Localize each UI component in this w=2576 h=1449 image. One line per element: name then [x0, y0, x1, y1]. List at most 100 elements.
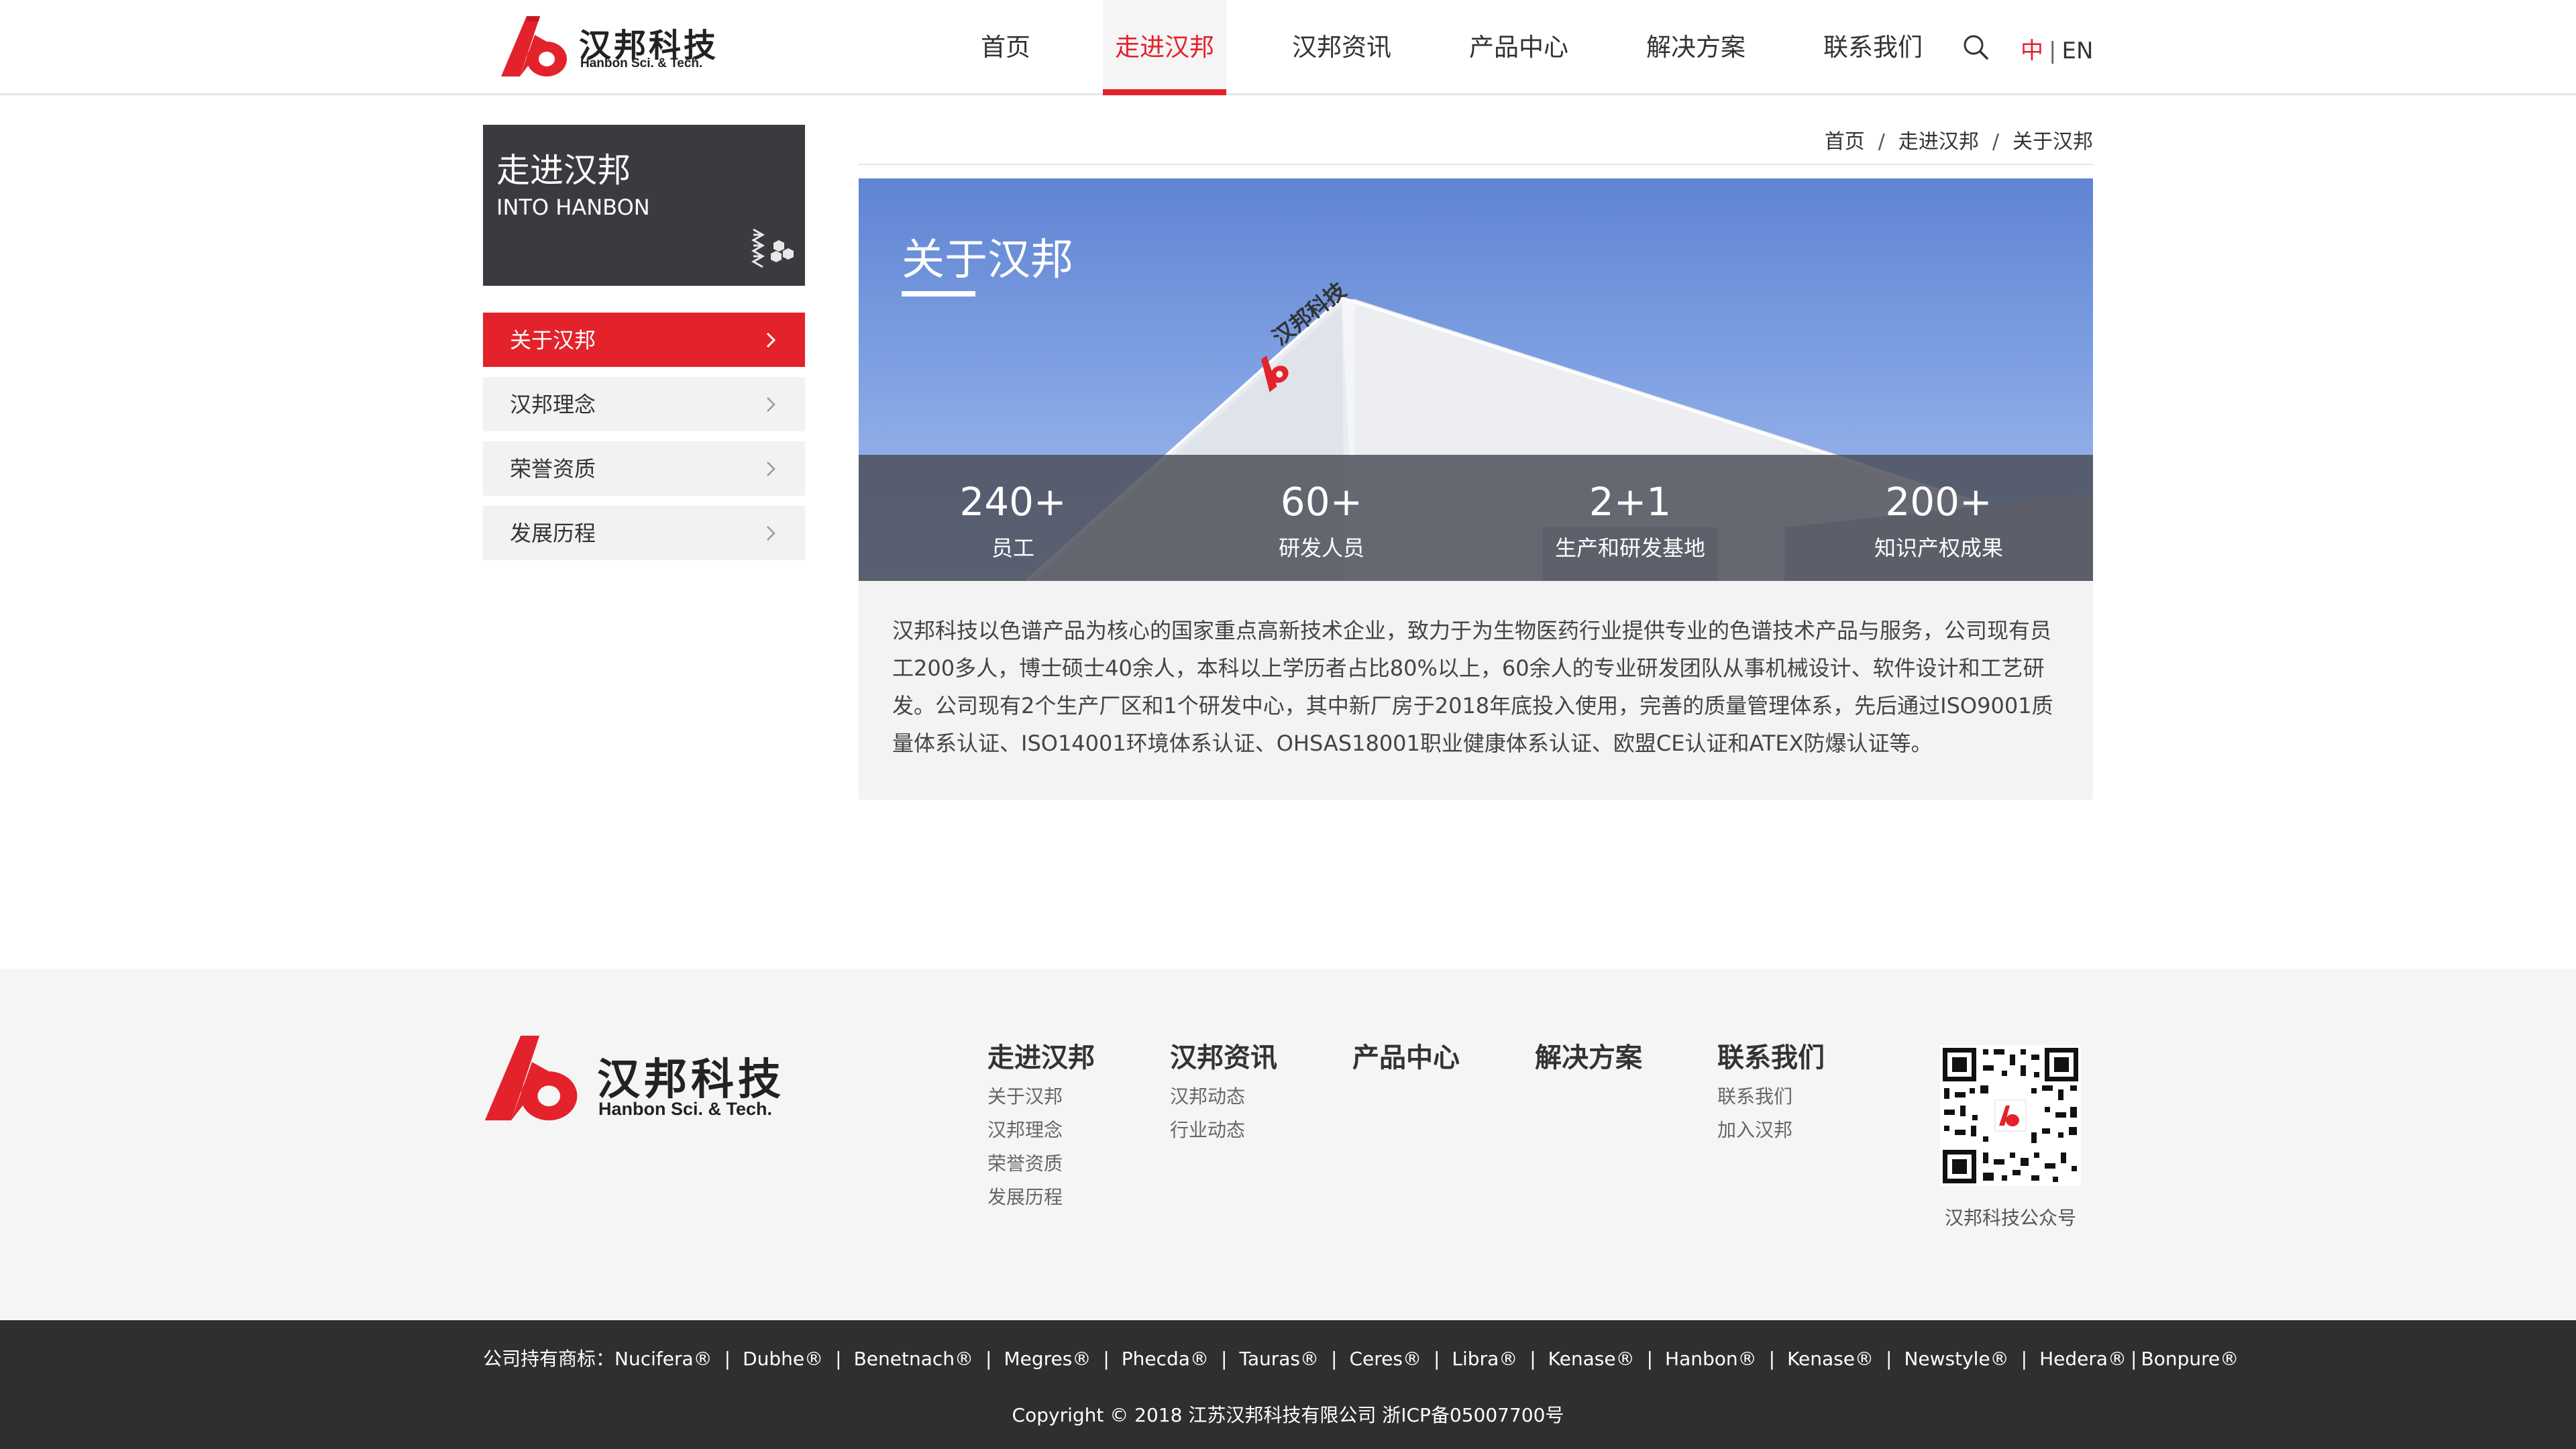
sidebar-item-about[interactable]: 关于汉邦: [483, 313, 805, 367]
breadcrumb-section[interactable]: 走进汉邦: [1898, 130, 1979, 154]
trademark-item: Benetnach®: [853, 1348, 974, 1370]
lang-separator: |: [2049, 38, 2057, 64]
breadcrumb-home[interactable]: 首页: [1825, 130, 1865, 154]
trademark-item: Kenase®: [1787, 1348, 1874, 1370]
nav-about[interactable]: 走进汉邦: [1103, 0, 1226, 95]
stat-ip: 200+ 知识产权成果: [1784, 455, 2093, 581]
sidebar-menu: 关于汉邦 汉邦理念 荣誉资质 发展历程: [483, 313, 805, 570]
trademark-item: Dubhe®: [743, 1348, 824, 1370]
stat-number: 2+1: [1589, 479, 1672, 525]
sidebar-item-label: 荣誉资质: [510, 456, 596, 482]
footer-col-solutions: 解决方案: [1535, 1036, 1709, 1075]
footer-link[interactable]: 行业动态: [1170, 1119, 1344, 1142]
footer-link[interactable]: 汉邦理念: [987, 1119, 1162, 1142]
breadcrumb-divider: [859, 164, 2093, 165]
footer-col-title[interactable]: 汉邦资讯: [1170, 1036, 1344, 1075]
chevron-right-icon: [767, 526, 775, 541]
footer-col-products: 产品中心: [1352, 1036, 1527, 1075]
trademark-item: Hanbon®: [1665, 1348, 1757, 1370]
footer-link[interactable]: 汉邦动态: [1170, 1085, 1344, 1108]
intro-text: 汉邦科技以色谱产品为核心的国家重点高新技术企业，致力于为生物医药行业提供专业的色…: [892, 618, 2053, 756]
footer-logo-text-cn: 汉邦科技: [597, 1055, 785, 1105]
sidebar-title: 走进汉邦: [496, 151, 631, 190]
footer-col-contact: 联系我们 联系我们 加入汉邦: [1717, 1036, 1892, 1142]
stat-label: 研发人员: [1278, 535, 1364, 561]
footer-logo[interactable]: 汉邦科技 Hanbon Sci. & Tech.: [483, 1033, 781, 1127]
footer-col-title[interactable]: 解决方案: [1535, 1036, 1709, 1075]
trademark-item: Kenase®: [1548, 1348, 1635, 1370]
breadcrumb-current: 关于汉邦: [2012, 130, 2093, 154]
hero-title-underline: [902, 291, 975, 297]
trademark-prefix: 公司持有商标：: [483, 1348, 615, 1370]
stat-number: 60+: [1280, 479, 1363, 525]
hero-banner: 汉邦科技 关于汉邦 240+ 员工 60+ 研发人员 2+1 生产和研发基地 2…: [859, 178, 2093, 581]
stat-bases: 2+1 生产和研发基地: [1476, 455, 1784, 581]
search-icon[interactable]: [1962, 34, 1989, 60]
stat-label: 生产和研发基地: [1554, 535, 1705, 561]
footer-bottom-bar: 公司持有商标：Nucifera® | Dubhe® | Benetnach® | Megre…: [0, 1320, 2576, 1449]
footer-col-title[interactable]: 走进汉邦: [987, 1036, 1162, 1075]
sidebar-item-history[interactable]: 发展历程: [483, 506, 805, 560]
chevron-right-icon: [767, 397, 775, 412]
sidebar-item-label: 汉邦理念: [510, 392, 596, 417]
footer-logo-text-en: Hanbon Sci. & Tech.: [598, 1099, 773, 1119]
stat-rd-staff: 60+ 研发人员: [1167, 455, 1476, 581]
chevron-right-icon: [766, 332, 776, 348]
trademark-item: Libra®: [1452, 1348, 1518, 1370]
sidebar-item-label: 发展历程: [510, 521, 596, 546]
trademark-item: Ceres®: [1349, 1348, 1421, 1370]
molecule-icon: [751, 228, 794, 268]
sidebar-item-philosophy[interactable]: 汉邦理念: [483, 377, 805, 431]
trademark-item: Megres®: [1004, 1348, 1091, 1370]
logo-text-en: Hanbon Sci. & Tech.: [580, 56, 703, 70]
stat-number: 240+: [959, 479, 1067, 525]
stat-label: 员工: [991, 535, 1034, 561]
trademark-list: 公司持有商标：Nucifera® | Dubhe® | Benetnach® | Megre…: [483, 1348, 2239, 1370]
stats-bar: 240+ 员工 60+ 研发人员 2+1 生产和研发基地 200+ 知识产权成果: [859, 455, 2093, 581]
hero-title: 关于汉邦: [902, 235, 1073, 285]
site-logo[interactable]: 汉邦科技 Hanbon Sci. & Tech.: [500, 15, 716, 78]
footer-col-about: 走进汉邦 关于汉邦 汉邦理念 荣誉资质 发展历程: [987, 1036, 1162, 1209]
footer-link[interactable]: 关于汉邦: [987, 1085, 1162, 1108]
nav-products[interactable]: 产品中心: [1455, 0, 1582, 93]
site-footer: 汉邦科技 Hanbon Sci. & Tech. 走进汉邦 关于汉邦 汉邦理念 …: [0, 969, 2576, 1320]
footer-link[interactable]: 加入汉邦: [1717, 1119, 1892, 1142]
trademark-item: Hedera®: [2039, 1348, 2127, 1370]
lang-zh[interactable]: 中: [2021, 38, 2043, 64]
logo-icon: [484, 1035, 578, 1121]
intro-panel: 汉邦科技以色谱产品为核心的国家重点高新技术企业，致力于为生物医药行业提供专业的色…: [859, 581, 2093, 800]
copyright: Copyright © 2018 江苏汉邦科技有限公司 浙ICP备0500770…: [1012, 1404, 1564, 1426]
sidebar-item-honors[interactable]: 荣誉资质: [483, 441, 805, 496]
site-header: 汉邦科技 Hanbon Sci. & Tech. 首页 走进汉邦 汉邦资讯 产品…: [0, 0, 2576, 95]
trademark-item: Tauras®: [1239, 1348, 1320, 1370]
sidebar-subtitle: INTO HANBON: [496, 195, 650, 220]
trademark-item: Phecda®: [1121, 1348, 1209, 1370]
chevron-right-icon: [767, 462, 775, 476]
qr-caption: 汉邦科技公众号: [1944, 1207, 2076, 1229]
nav-solutions[interactable]: 解决方案: [1632, 0, 1760, 93]
trademark-item: Newstyle®: [1904, 1348, 2009, 1370]
stat-employees: 240+ 员工: [859, 455, 1167, 581]
nav-home[interactable]: 首页: [962, 0, 1049, 93]
nav-contact[interactable]: 联系我们: [1809, 0, 1937, 93]
footer-col-title[interactable]: 联系我们: [1717, 1036, 1892, 1075]
footer-link[interactable]: 荣誉资质: [987, 1152, 1162, 1175]
sidebar-item-label: 关于汉邦: [510, 327, 596, 353]
trademark-item: Bonpure®: [2141, 1348, 2239, 1370]
breadcrumb-separator: /: [1878, 130, 1885, 154]
lang-en[interactable]: EN: [2061, 38, 2093, 64]
footer-link[interactable]: 联系我们: [1717, 1085, 1892, 1108]
footer-link[interactable]: 发展历程: [987, 1186, 1162, 1209]
qr-code: [1940, 1045, 2081, 1186]
stat-label: 知识产权成果: [1874, 535, 2003, 561]
stat-number: 200+: [1885, 479, 1992, 525]
language-switch: 中 | EN: [2021, 32, 2093, 65]
footer-col-news: 汉邦资讯 汉邦动态 行业动态: [1170, 1036, 1344, 1142]
nav-news[interactable]: 汉邦资讯: [1278, 0, 1405, 93]
logo-icon: [501, 16, 567, 76]
breadcrumb-separator: /: [1992, 130, 1999, 154]
footer-col-title[interactable]: 产品中心: [1352, 1036, 1527, 1075]
sidebar-header: 走进汉邦 INTO HANBON: [483, 125, 805, 286]
trademark-item: Nucifera®: [614, 1348, 712, 1370]
breadcrumb: 首页 / 走进汉邦 / 关于汉邦: [1825, 125, 2093, 154]
